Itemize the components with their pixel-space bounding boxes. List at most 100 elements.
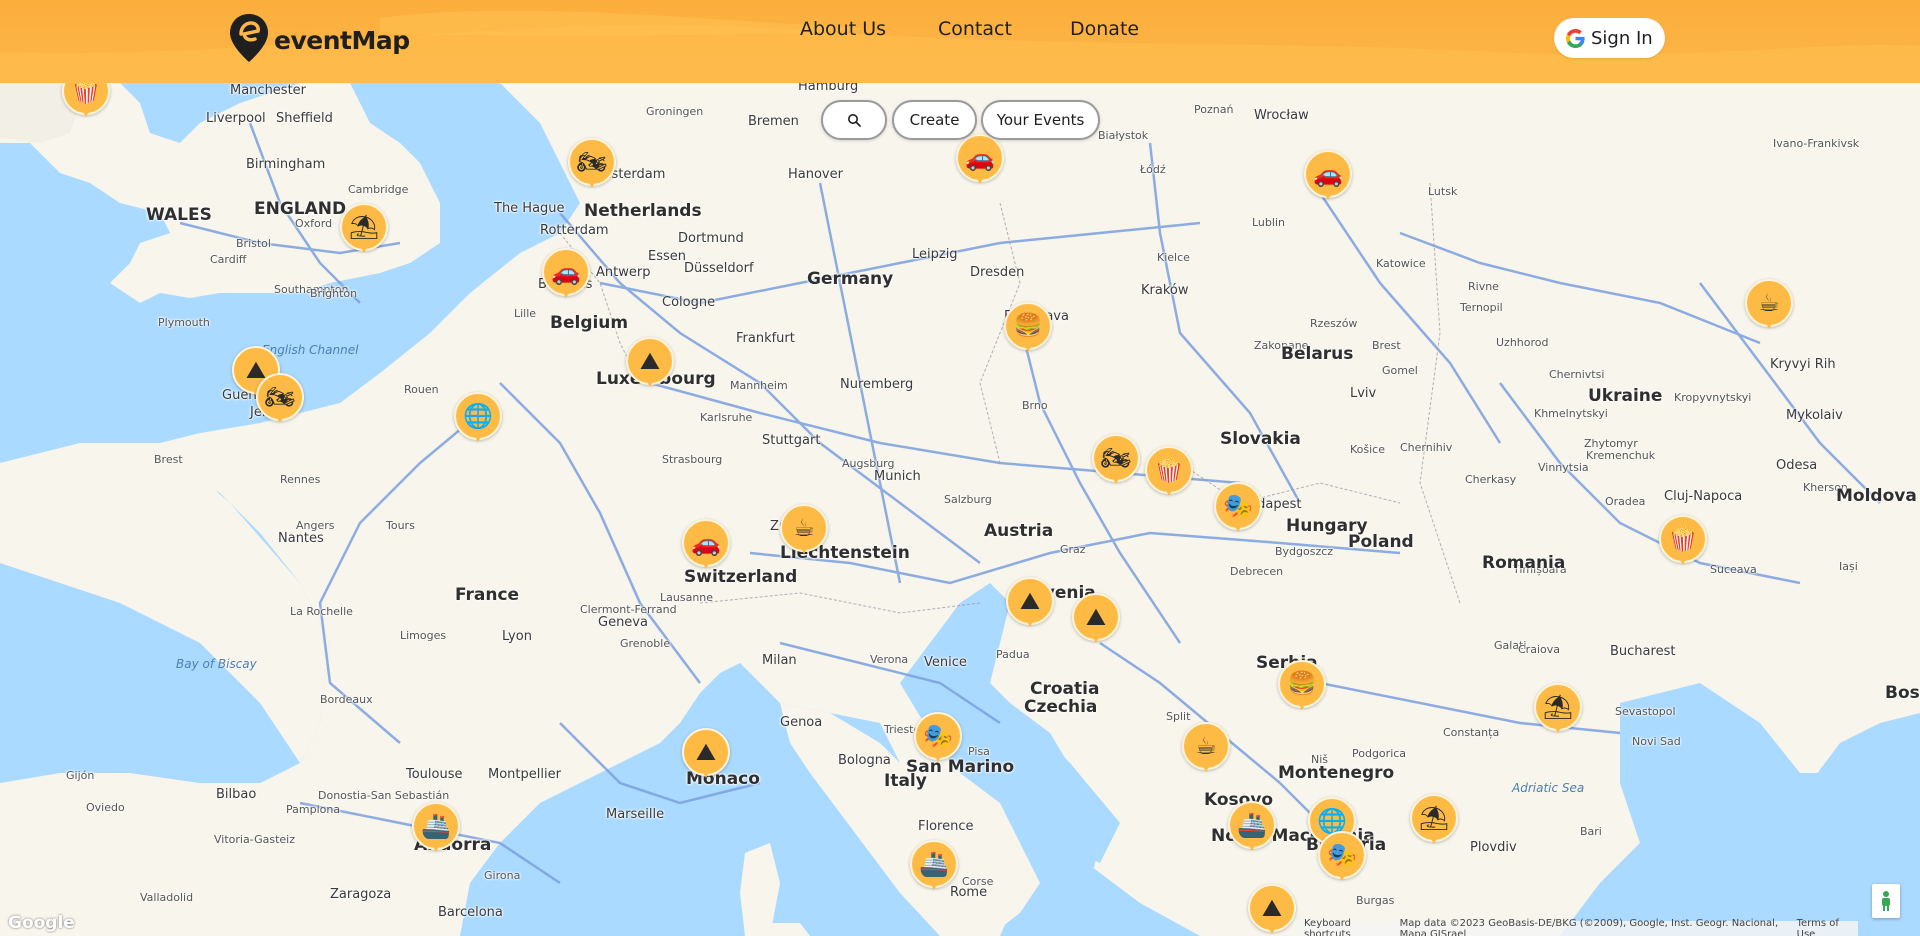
map-label: Marseille xyxy=(606,807,665,822)
map-label: Bristol xyxy=(236,237,271,250)
pin-beach[interactable]: ⛱ xyxy=(1534,683,1582,735)
map-label: Groningen xyxy=(646,105,704,118)
map-label: Pisa xyxy=(968,745,990,758)
map-label: Geneva xyxy=(598,615,648,630)
map-label: Germany xyxy=(807,269,894,289)
map-label: Padua xyxy=(996,648,1030,661)
map-label: Verona xyxy=(870,653,909,666)
event-map[interactable]: Manchester Liverpool Sheffield Birmingham WA… xyxy=(0,83,1920,936)
map-label: Salzburg xyxy=(944,493,992,506)
pin-tail xyxy=(1111,475,1121,484)
map-label: Grenoble xyxy=(620,637,671,650)
pin-party[interactable]: 🎭 xyxy=(1214,482,1262,534)
nav-contact[interactable]: Contact xyxy=(938,18,1012,40)
pin-food[interactable]: 🍿 xyxy=(1659,515,1707,567)
map-label: Oradea xyxy=(1605,495,1646,508)
pin-coffee[interactable]: ☕ xyxy=(1182,722,1230,774)
map-label: Hanover xyxy=(788,167,843,182)
pin-tail xyxy=(701,769,711,778)
map-label: Lublin xyxy=(1252,216,1285,229)
map-label: Sheffield xyxy=(276,111,333,126)
map-label: Hamburg xyxy=(798,83,859,94)
map-label: WALES xyxy=(146,205,212,225)
map-label: Montenegro xyxy=(1278,763,1395,783)
pin-tail xyxy=(701,560,711,569)
map-label: Bydgoszcz xyxy=(1275,545,1334,558)
pin-tail xyxy=(587,179,597,188)
map-label: Kremenchuk xyxy=(1586,449,1656,462)
map-label: Limoges xyxy=(400,629,447,642)
pin-food[interactable]: 🍿 xyxy=(62,83,110,119)
map-data-credit: Map data ©2023 GeoBasis-DE/BKG (©2009), … xyxy=(1399,917,1779,936)
nav-about-us[interactable]: About Us xyxy=(800,18,886,40)
your-events-button[interactable]: Your Events xyxy=(981,100,1100,140)
pin-boat[interactable]: 🚢 xyxy=(1228,801,1276,853)
map-label: Adriatic Sea xyxy=(1512,781,1585,795)
pin-motorbike[interactable]: 🏍 xyxy=(1092,434,1140,486)
pin-boat[interactable]: 🚢 xyxy=(412,802,460,854)
map-label: Bordeaux xyxy=(320,693,373,706)
pin-tail xyxy=(975,175,985,184)
map-label: Belarus xyxy=(1281,344,1354,364)
pin-food[interactable]: 🍔 xyxy=(1278,660,1326,712)
street-view-pegman-button[interactable] xyxy=(1872,884,1900,918)
pin-car[interactable]: 🚗 xyxy=(1304,150,1352,202)
map-label: Ukraine xyxy=(1588,386,1663,406)
pin-car[interactable]: 🚗 xyxy=(542,248,590,300)
pin-globe[interactable]: 🌐 xyxy=(454,392,502,444)
nav-donate[interactable]: Donate xyxy=(1070,18,1139,40)
sign-in-label: Sign In xyxy=(1591,27,1653,49)
map-label: Belgium xyxy=(550,313,629,333)
pin-boat[interactable]: 🚢 xyxy=(910,840,958,892)
pin-beach[interactable]: ⛱ xyxy=(340,203,388,255)
map-label: Antwerp xyxy=(596,265,651,280)
map-label: Cardiff xyxy=(210,253,247,266)
map-label: Kropyvnytskyi xyxy=(1674,391,1752,404)
map-label: Austria xyxy=(984,521,1054,541)
create-button[interactable]: Create xyxy=(892,100,977,140)
sign-in-button[interactable]: Sign In xyxy=(1554,18,1665,58)
map-label: Brno xyxy=(1022,399,1048,412)
pin-coffee[interactable]: ☕ xyxy=(780,504,828,556)
pin-tail xyxy=(1091,634,1101,643)
map-label: Rzeszów xyxy=(1310,317,1358,330)
pin-nature[interactable]: ⛰ xyxy=(1072,593,1120,645)
map-label: Lutsk xyxy=(1428,185,1458,198)
map-label: Mannheim xyxy=(730,379,788,392)
pin-tail xyxy=(431,843,441,852)
pin-food[interactable]: 🍔 xyxy=(1004,302,1052,354)
pin-coffee[interactable]: ☕ xyxy=(1745,279,1793,331)
map-label: Gomel xyxy=(1382,364,1418,377)
pin-car[interactable]: 🚗 xyxy=(682,519,730,571)
pin-party[interactable]: 🎭 xyxy=(914,712,962,764)
pin-beach[interactable]: ⛱ xyxy=(1410,794,1458,846)
pin-motorbike[interactable]: 🏍 xyxy=(568,138,616,190)
map-label: Mykolaiv xyxy=(1786,408,1843,423)
keyboard-shortcuts-link[interactable]: Keyboard shortcuts xyxy=(1304,918,1388,936)
map-label: Vinnytsia xyxy=(1538,461,1589,474)
pin-nature[interactable]: ⛰ xyxy=(1006,577,1054,629)
map-label: Poland xyxy=(1348,532,1414,552)
map-label: Uzhhorod xyxy=(1496,336,1549,349)
terms-of-use-link[interactable]: Terms of Use xyxy=(1797,918,1852,936)
map-label: Wrocław xyxy=(1254,108,1309,123)
map-label: Debrecen xyxy=(1230,565,1284,578)
map-label: Lyon xyxy=(502,629,532,644)
search-button[interactable] xyxy=(821,100,887,140)
pin-party[interactable]: 🎭 xyxy=(1318,831,1366,883)
pin-tail xyxy=(473,433,483,442)
pin-car[interactable]: 🚗 xyxy=(956,134,1004,186)
pin-tail xyxy=(1429,835,1439,844)
map-label: ENGLAND xyxy=(254,199,347,219)
pin-nature[interactable]: ⛰ xyxy=(626,337,674,389)
logo[interactable]: eventMap xyxy=(228,12,410,64)
pin-nature[interactable]: ⛰ xyxy=(682,728,730,780)
map-label: Leipzig xyxy=(912,247,958,262)
pin-tail xyxy=(1023,343,1033,352)
map-label: Slovakia xyxy=(1220,429,1301,449)
map-label: Nuremberg xyxy=(840,377,914,392)
pin-motorbike[interactable]: 🏍 xyxy=(256,373,304,425)
map-label: Croatia xyxy=(1030,679,1100,699)
pin-food[interactable]: 🍿 xyxy=(1145,446,1193,498)
pin-nature[interactable]: ⛰ xyxy=(1248,884,1296,936)
